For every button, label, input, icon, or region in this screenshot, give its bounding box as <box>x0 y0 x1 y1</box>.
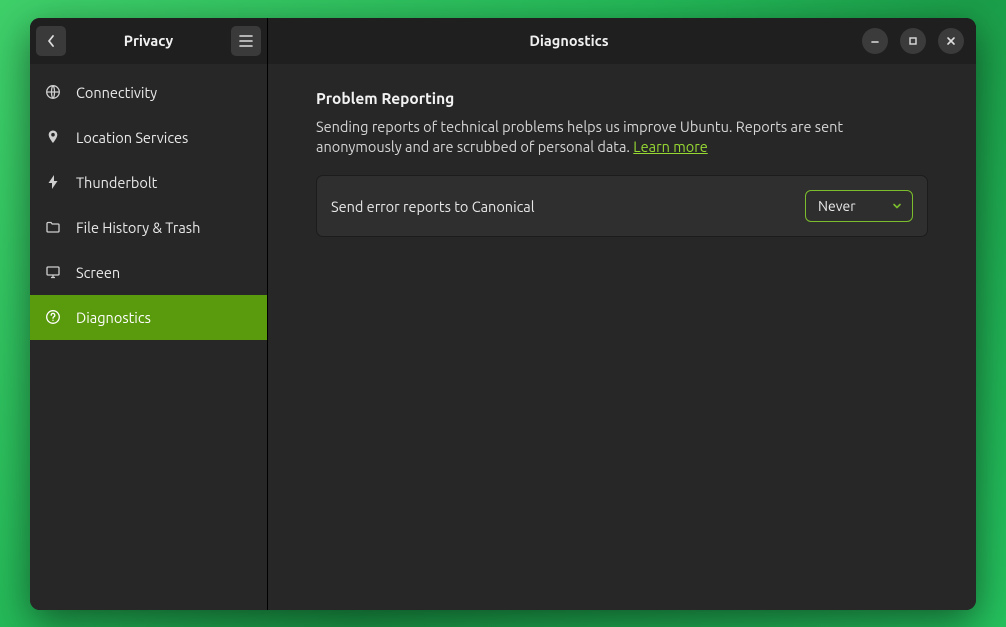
chevron-down-icon <box>892 201 902 211</box>
page-title: Diagnostics <box>276 32 862 49</box>
close-icon <box>946 36 956 46</box>
sidebar-item-location[interactable]: Location Services <box>30 115 267 160</box>
minimize-button[interactable] <box>862 28 888 54</box>
setting-label: Send error reports to Canonical <box>331 198 535 215</box>
content-pane: Problem Reporting Sending reports of tec… <box>268 64 976 610</box>
folder-icon <box>44 218 62 236</box>
hamburger-menu-button[interactable] <box>231 26 261 56</box>
sidebar-item-label: Thunderbolt <box>76 174 157 191</box>
setting-row-error-reports: Send error reports to Canonical Never <box>316 175 928 237</box>
sidebar-item-connectivity[interactable]: Connectivity <box>30 70 267 115</box>
settings-window: Privacy Diagnostics <box>30 18 976 610</box>
sidebar-item-label: Connectivity <box>76 84 157 101</box>
titlebar: Privacy Diagnostics <box>30 18 976 64</box>
question-icon <box>44 308 62 326</box>
back-button[interactable] <box>36 26 66 56</box>
maximize-button[interactable] <box>900 28 926 54</box>
sidebar-item-label: Diagnostics <box>76 309 151 326</box>
sidebar-item-thunderbolt[interactable]: Thunderbolt <box>30 160 267 205</box>
close-button[interactable] <box>938 28 964 54</box>
sidebar-item-label: Location Services <box>76 129 188 146</box>
monitor-icon <box>44 263 62 281</box>
learn-more-link[interactable]: Learn more <box>633 138 707 155</box>
location-icon <box>44 128 62 146</box>
section-description: Sending reports of technical problems he… <box>316 117 928 158</box>
globe-icon <box>44 83 62 101</box>
sidebar-title: Privacy <box>66 32 231 49</box>
titlebar-left: Privacy <box>30 18 268 64</box>
sidebar-item-file-history[interactable]: File History & Trash <box>30 205 267 250</box>
section-title: Problem Reporting <box>316 90 928 107</box>
sidebar: Connectivity Location Services Thunderbo… <box>30 64 268 610</box>
error-reports-dropdown[interactable]: Never <box>805 190 913 222</box>
maximize-icon <box>908 36 918 46</box>
thunderbolt-icon <box>44 173 62 191</box>
titlebar-right: Diagnostics <box>268 18 976 64</box>
hamburger-icon <box>239 35 253 47</box>
chevron-left-icon <box>46 34 56 48</box>
description-text: Sending reports of technical problems he… <box>316 118 843 155</box>
window-controls <box>862 28 968 54</box>
sidebar-item-label: Screen <box>76 264 120 281</box>
minimize-icon <box>870 36 880 46</box>
window-body: Connectivity Location Services Thunderbo… <box>30 64 976 610</box>
dropdown-value: Never <box>818 198 856 214</box>
sidebar-item-label: File History & Trash <box>76 219 200 236</box>
sidebar-item-diagnostics[interactable]: Diagnostics <box>30 295 267 340</box>
sidebar-item-screen[interactable]: Screen <box>30 250 267 295</box>
